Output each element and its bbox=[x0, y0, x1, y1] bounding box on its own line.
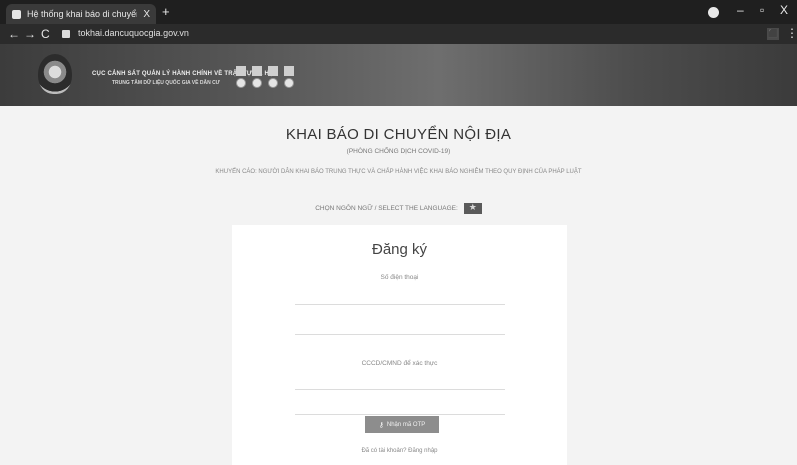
id-label: CCCD/CMND để xác thực bbox=[361, 360, 438, 367]
otp-button-label: Nhận mã OTP bbox=[386, 421, 426, 428]
registration-card: Đăng ký Số điện thoại CCCD/CMND để xác t… bbox=[232, 225, 567, 465]
key-icon: ⚷ bbox=[378, 421, 384, 429]
medal-icon bbox=[284, 66, 294, 90]
id-number-field[interactable] bbox=[295, 368, 505, 390]
site-header-banner: CỤC CẢNH SÁT QUẢN LÝ HÀNH CHÍNH VỀ TRẬT … bbox=[0, 44, 797, 106]
browser-tab-strip: Hệ thống khai báo di chuyển nội X + – ▫ … bbox=[0, 0, 797, 24]
maximize-window-icon[interactable]: ▫ bbox=[760, 3, 764, 17]
lock-icon[interactable] bbox=[62, 30, 70, 38]
browser-tab[interactable]: Hệ thống khai báo di chuyển nội X bbox=[6, 4, 156, 24]
page-subtitle: (PHÒNG CHỐNG DỊCH COVID-19) bbox=[346, 148, 451, 155]
language-selector: CHỌN NGÔN NGỮ / SELECT THE LANGUAGE: bbox=[0, 202, 797, 214]
login-link[interactable]: Đã có tài khoản? Đăng nhập bbox=[232, 448, 567, 454]
tab-title: Hệ thống khai báo di chuyển nội bbox=[27, 9, 137, 19]
profile-icon[interactable] bbox=[708, 7, 719, 18]
reload-icon[interactable]: C bbox=[41, 26, 50, 42]
back-arrow-icon[interactable]: ← bbox=[8, 26, 20, 42]
form-heading: Đăng ký bbox=[371, 241, 428, 258]
language-label: CHỌN NGÔN NGỮ / SELECT THE LANGUAGE: bbox=[315, 205, 458, 212]
phone-label: Số điện thoại bbox=[380, 274, 419, 281]
police-emblem-logo bbox=[38, 54, 72, 94]
phone-secondary-field[interactable] bbox=[295, 313, 505, 335]
browser-menu-icon[interactable]: ⋮ bbox=[786, 26, 797, 40]
address-bar-row: ← → C tokhai.dancuquocgia.gov.vn ⬛ ⋮ bbox=[0, 24, 797, 44]
get-otp-button[interactable]: ⚷ Nhận mã OTP bbox=[365, 416, 439, 433]
advisory-text: KHUYẾN CÁO: NGƯỜI DÂN KHAI BÁO TRUNG THỰ… bbox=[215, 169, 582, 175]
medal-icon bbox=[236, 66, 246, 90]
id-secondary-field[interactable] bbox=[295, 393, 505, 415]
site-favicon-icon bbox=[12, 9, 21, 19]
medal-icon bbox=[268, 66, 278, 90]
page-title: KHAI BÁO DI CHUYỂN NỘI ĐỊA bbox=[285, 126, 512, 143]
medals-decoration bbox=[236, 66, 294, 90]
medal-icon bbox=[252, 66, 262, 90]
main-content: KHAI BÁO DI CHUYỂN NỘI ĐỊA (PHÒNG CHỐNG … bbox=[0, 106, 797, 465]
org-name-line2: TRUNG TÂM DỮ LIỆU QUỐC GIA VỀ DÂN CƯ bbox=[112, 80, 220, 86]
new-tab-button[interactable]: + bbox=[162, 5, 170, 19]
phone-field[interactable] bbox=[295, 283, 505, 305]
extension-icon[interactable]: ⬛ bbox=[767, 28, 779, 40]
minimize-window-icon[interactable]: – bbox=[737, 3, 744, 17]
forward-arrow-icon[interactable]: → bbox=[24, 26, 36, 42]
vietnam-flag-icon[interactable] bbox=[463, 202, 482, 214]
url-input[interactable]: tokhai.dancuquocgia.gov.vn bbox=[78, 28, 189, 38]
tab-close-icon[interactable]: X bbox=[143, 9, 150, 20]
close-window-icon[interactable]: X bbox=[780, 3, 788, 17]
